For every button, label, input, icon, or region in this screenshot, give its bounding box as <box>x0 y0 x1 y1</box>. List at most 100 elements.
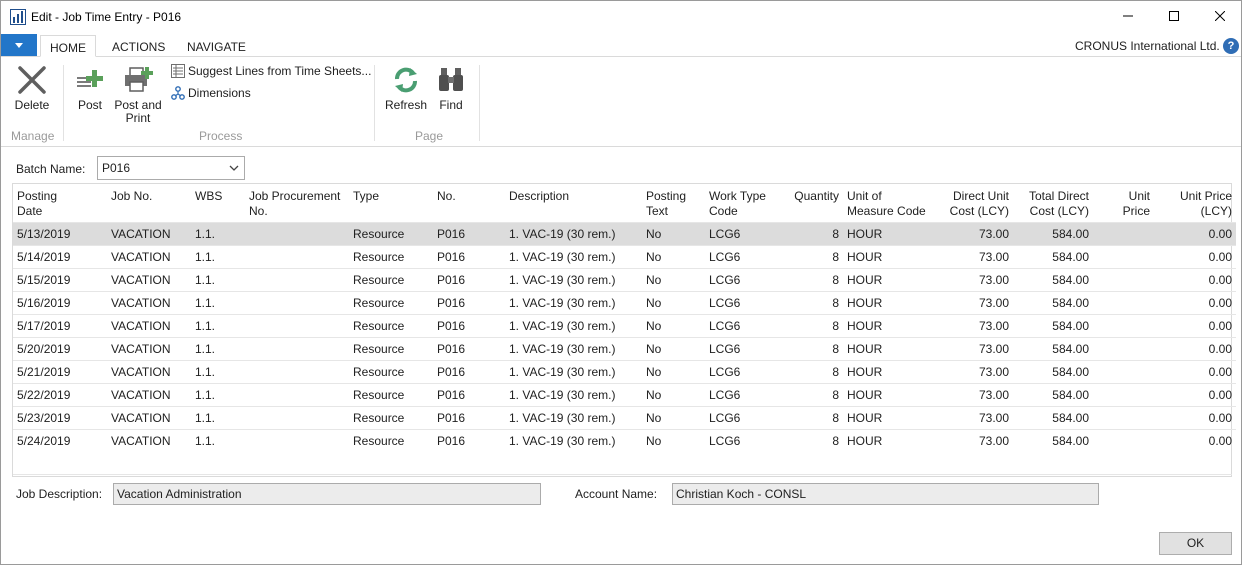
cell-direct-unit-cost[interactable]: 73.00 <box>935 221 1013 245</box>
cell-total-direct-cost[interactable]: 584.00 <box>1013 244 1093 268</box>
cell-unit-price[interactable] <box>1093 290 1154 314</box>
cell-wbs[interactable]: 1.1. <box>191 405 245 429</box>
cell-unit-price[interactable] <box>1093 428 1154 452</box>
cell-posting-date[interactable]: 5/23/2019 <box>13 405 107 429</box>
cell-unit-price-lcy[interactable]: 0.00 <box>1154 336 1236 360</box>
column-header-type[interactable]: Type <box>349 184 433 222</box>
cell-work-type-code[interactable]: LCG6 <box>705 382 783 406</box>
cell-posting-text[interactable]: No <box>642 267 705 291</box>
cell-no[interactable]: P016 <box>433 336 505 360</box>
cell-wbs[interactable]: 1.1. <box>191 290 245 314</box>
cell-direct-unit-cost[interactable]: 73.00 <box>935 313 1013 337</box>
cell-posting-text[interactable]: No <box>642 221 705 245</box>
cell-total-direct-cost[interactable]: 584.00 <box>1013 221 1093 245</box>
column-header-unit-price[interactable]: Unit Price <box>1093 184 1154 222</box>
cell-type[interactable]: Resource <box>349 428 433 452</box>
cell-no[interactable]: P016 <box>433 382 505 406</box>
cell-job-procurement-no[interactable] <box>245 221 349 245</box>
cell-wbs[interactable]: 1.1. <box>191 428 245 452</box>
cell-total-direct-cost[interactable]: 584.00 <box>1013 359 1093 383</box>
cell-quantity[interactable]: 8 <box>783 267 843 291</box>
cell-job-no[interactable]: VACATION <box>107 382 191 406</box>
cell-work-type-code[interactable]: LCG6 <box>705 244 783 268</box>
close-button[interactable] <box>1197 1 1242 31</box>
cell-unit-price[interactable] <box>1093 313 1154 337</box>
cell-total-direct-cost[interactable]: 584.00 <box>1013 267 1093 291</box>
cell-unit-price-lcy[interactable]: 0.00 <box>1154 244 1236 268</box>
cell-total-direct-cost[interactable]: 584.00 <box>1013 405 1093 429</box>
cell-unit-of-measure-code[interactable]: HOUR <box>843 405 935 429</box>
find-button[interactable]: Find <box>432 65 470 112</box>
cell-posting-date[interactable]: 5/14/2019 <box>13 244 107 268</box>
maximize-button[interactable] <box>1151 1 1197 31</box>
cell-unit-of-measure-code[interactable]: HOUR <box>843 290 935 314</box>
cell-work-type-code[interactable]: LCG6 <box>705 405 783 429</box>
cell-posting-date[interactable]: 5/20/2019 <box>13 336 107 360</box>
cell-quantity[interactable]: 8 <box>783 428 843 452</box>
column-header-posting-text[interactable]: Posting Text <box>642 184 705 222</box>
cell-quantity[interactable]: 8 <box>783 359 843 383</box>
cell-job-procurement-no[interactable] <box>245 290 349 314</box>
table-row[interactable]: 5/13/2019 VACATION 1.1. Resource P016 1. VAC-… <box>13 221 1236 245</box>
cell-posting-date[interactable]: 5/17/2019 <box>13 313 107 337</box>
cell-total-direct-cost[interactable]: 584.00 <box>1013 336 1093 360</box>
cell-unit-price[interactable] <box>1093 359 1154 383</box>
column-header-job-no[interactable]: Job No. <box>107 184 191 222</box>
cell-total-direct-cost[interactable]: 584.00 <box>1013 290 1093 314</box>
cell-unit-price-lcy[interactable]: 0.00 <box>1154 290 1236 314</box>
cell-quantity[interactable]: 8 <box>783 244 843 268</box>
cell-posting-text[interactable]: No <box>642 244 705 268</box>
cell-unit-of-measure-code[interactable]: HOUR <box>843 359 935 383</box>
cell-posting-date[interactable]: 5/21/2019 <box>13 359 107 383</box>
cell-wbs[interactable]: 1.1. <box>191 313 245 337</box>
cell-wbs[interactable]: 1.1. <box>191 244 245 268</box>
cell-posting-text[interactable]: No <box>642 336 705 360</box>
table-row[interactable]: 5/23/2019 VACATION 1.1. Resource P016 1. VAC-… <box>13 405 1236 429</box>
ok-button[interactable]: OK <box>1159 532 1232 555</box>
cell-unit-price-lcy[interactable]: 0.00 <box>1154 267 1236 291</box>
cell-description[interactable]: 1. VAC-19 (30 rem.) <box>505 382 642 406</box>
cell-posting-date[interactable]: 5/24/2019 <box>13 428 107 452</box>
cell-job-procurement-no[interactable] <box>245 336 349 360</box>
cell-unit-of-measure-code[interactable]: HOUR <box>843 336 935 360</box>
cell-unit-price[interactable] <box>1093 244 1154 268</box>
cell-direct-unit-cost[interactable]: 73.00 <box>935 290 1013 314</box>
cell-work-type-code[interactable]: LCG6 <box>705 336 783 360</box>
cell-posting-text[interactable]: No <box>642 405 705 429</box>
cell-description[interactable]: 1. VAC-19 (30 rem.) <box>505 313 642 337</box>
minimize-button[interactable] <box>1105 1 1151 31</box>
tab-home[interactable]: HOME <box>40 35 96 57</box>
cell-work-type-code[interactable]: LCG6 <box>705 428 783 452</box>
cell-unit-price[interactable] <box>1093 336 1154 360</box>
cell-type[interactable]: Resource <box>349 290 433 314</box>
cell-unit-price[interactable] <box>1093 267 1154 291</box>
cell-wbs[interactable]: 1.1. <box>191 267 245 291</box>
cell-no[interactable]: P016 <box>433 313 505 337</box>
cell-type[interactable]: Resource <box>349 313 433 337</box>
job-description-field[interactable]: Vacation Administration <box>113 483 541 505</box>
cell-unit-price[interactable] <box>1093 221 1154 245</box>
column-header-total-direct-cost[interactable]: Total Direct Cost (LCY) <box>1013 184 1093 222</box>
suggest-lines-button[interactable]: Suggest Lines from Time Sheets... <box>171 64 371 78</box>
cell-posting-text[interactable]: No <box>642 382 705 406</box>
application-menu-button[interactable] <box>1 34 37 56</box>
cell-unit-of-measure-code[interactable]: HOUR <box>843 221 935 245</box>
cell-direct-unit-cost[interactable]: 73.00 <box>935 336 1013 360</box>
post-button[interactable]: Post <box>71 65 109 112</box>
cell-unit-of-measure-code[interactable]: HOUR <box>843 244 935 268</box>
cell-type[interactable]: Resource <box>349 359 433 383</box>
cell-job-procurement-no[interactable] <box>245 313 349 337</box>
cell-wbs[interactable]: 1.1. <box>191 336 245 360</box>
help-icon[interactable]: ? <box>1223 38 1239 54</box>
cell-job-procurement-no[interactable] <box>245 267 349 291</box>
column-header-job-procurement-no[interactable]: Job Procurement No. <box>245 184 349 222</box>
cell-job-procurement-no[interactable] <box>245 405 349 429</box>
cell-total-direct-cost[interactable]: 584.00 <box>1013 313 1093 337</box>
table-row[interactable]: 5/24/2019 VACATION 1.1. Resource P016 1. VAC-… <box>13 428 1236 452</box>
cell-wbs[interactable]: 1.1. <box>191 221 245 245</box>
cell-job-no[interactable]: VACATION <box>107 267 191 291</box>
cell-unit-price[interactable] <box>1093 382 1154 406</box>
batch-name-select[interactable]: P016 <box>97 156 245 180</box>
cell-no[interactable]: P016 <box>433 267 505 291</box>
cell-quantity[interactable]: 8 <box>783 382 843 406</box>
